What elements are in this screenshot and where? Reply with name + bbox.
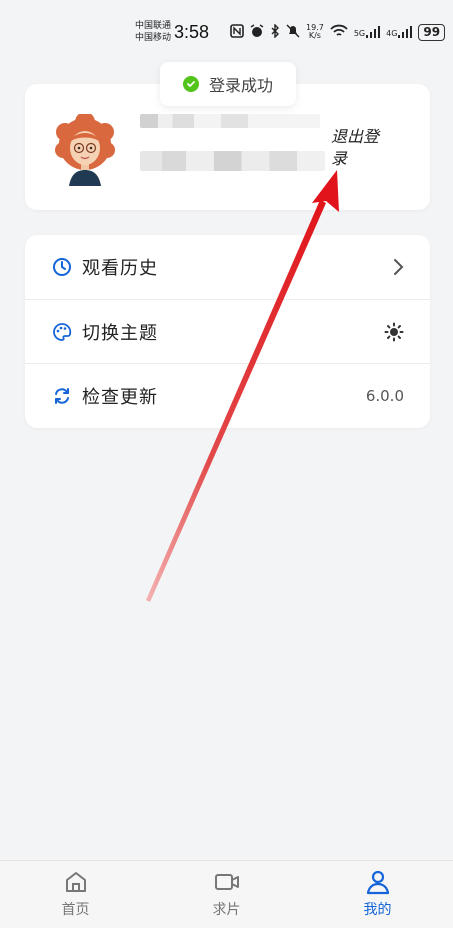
nfc-icon [230, 23, 244, 41]
video-camera-icon [214, 869, 240, 895]
network-type-1: 5G [353, 29, 366, 38]
signal-4g: 4G [386, 26, 413, 38]
nav-label: 求片 [212, 902, 241, 918]
settings-menu: 观看历史 切换主题 检查更新 6.0.0 [25, 235, 430, 428]
status-bar: 中国联通 中国移动 3:58 19.7 K/s 5G 4G 99 [0, 0, 453, 62]
net-speed: 19.7 K/s [306, 24, 324, 40]
nav-item-mine[interactable]: 我的 [302, 861, 453, 928]
refresh-icon [52, 386, 72, 406]
net-speed-unit: K/s [308, 31, 321, 40]
carrier-info: 中国联通 中国移动 [135, 20, 171, 44]
menu-item-label: 观看历史 [82, 258, 158, 279]
battery-indicator: 99 [418, 23, 446, 41]
carrier-1: 中国联通 [135, 21, 172, 31]
menu-item-label: 切换主题 [82, 322, 158, 344]
nav-item-home[interactable]: 首页 [0, 861, 151, 928]
nav-item-request[interactable]: 求片 [151, 861, 302, 928]
sun-icon[interactable] [384, 300, 404, 364]
menu-item-switch-theme[interactable]: 切换主题 [25, 299, 430, 363]
clock: 3:58 [174, 22, 210, 42]
avatar [53, 112, 117, 186]
toast-message: 登录成功 [208, 76, 273, 95]
menu-item-label: 检查更新 [82, 386, 158, 408]
version-text: 6.0.0 [365, 387, 404, 405]
signal-bars-icon [398, 26, 413, 38]
success-toast: 登录成功 [160, 62, 296, 106]
home-icon [63, 869, 89, 895]
menu-item-watch-history[interactable]: 观看历史 [25, 235, 430, 299]
status-icons: 19.7 K/s 5G 4G 99 [230, 22, 446, 42]
logout-button[interactable]: 退出登录 [331, 126, 391, 170]
check-circle-icon [182, 76, 199, 92]
nav-label: 首页 [61, 902, 90, 918]
bottom-navigation: 首页 求片 我的 [0, 860, 453, 928]
menu-item-check-update[interactable]: 检查更新 6.0.0 [25, 363, 430, 427]
bluetooth-icon [270, 22, 280, 41]
clock-icon [52, 257, 72, 277]
nav-label: 我的 [363, 902, 392, 918]
chevron-right-icon [392, 235, 404, 299]
mute-icon [286, 24, 300, 41]
signal-bars-icon [366, 26, 381, 38]
wifi-icon [330, 24, 348, 41]
signal-5g: 5G [353, 26, 381, 38]
alarm-icon [250, 23, 264, 41]
palette-icon [52, 322, 72, 342]
carrier-2: 中国移动 [135, 33, 172, 43]
username-redacted [140, 114, 320, 128]
network-type-2: 4G [386, 29, 398, 38]
user-icon [365, 869, 391, 895]
user-id-redacted [140, 151, 325, 171]
